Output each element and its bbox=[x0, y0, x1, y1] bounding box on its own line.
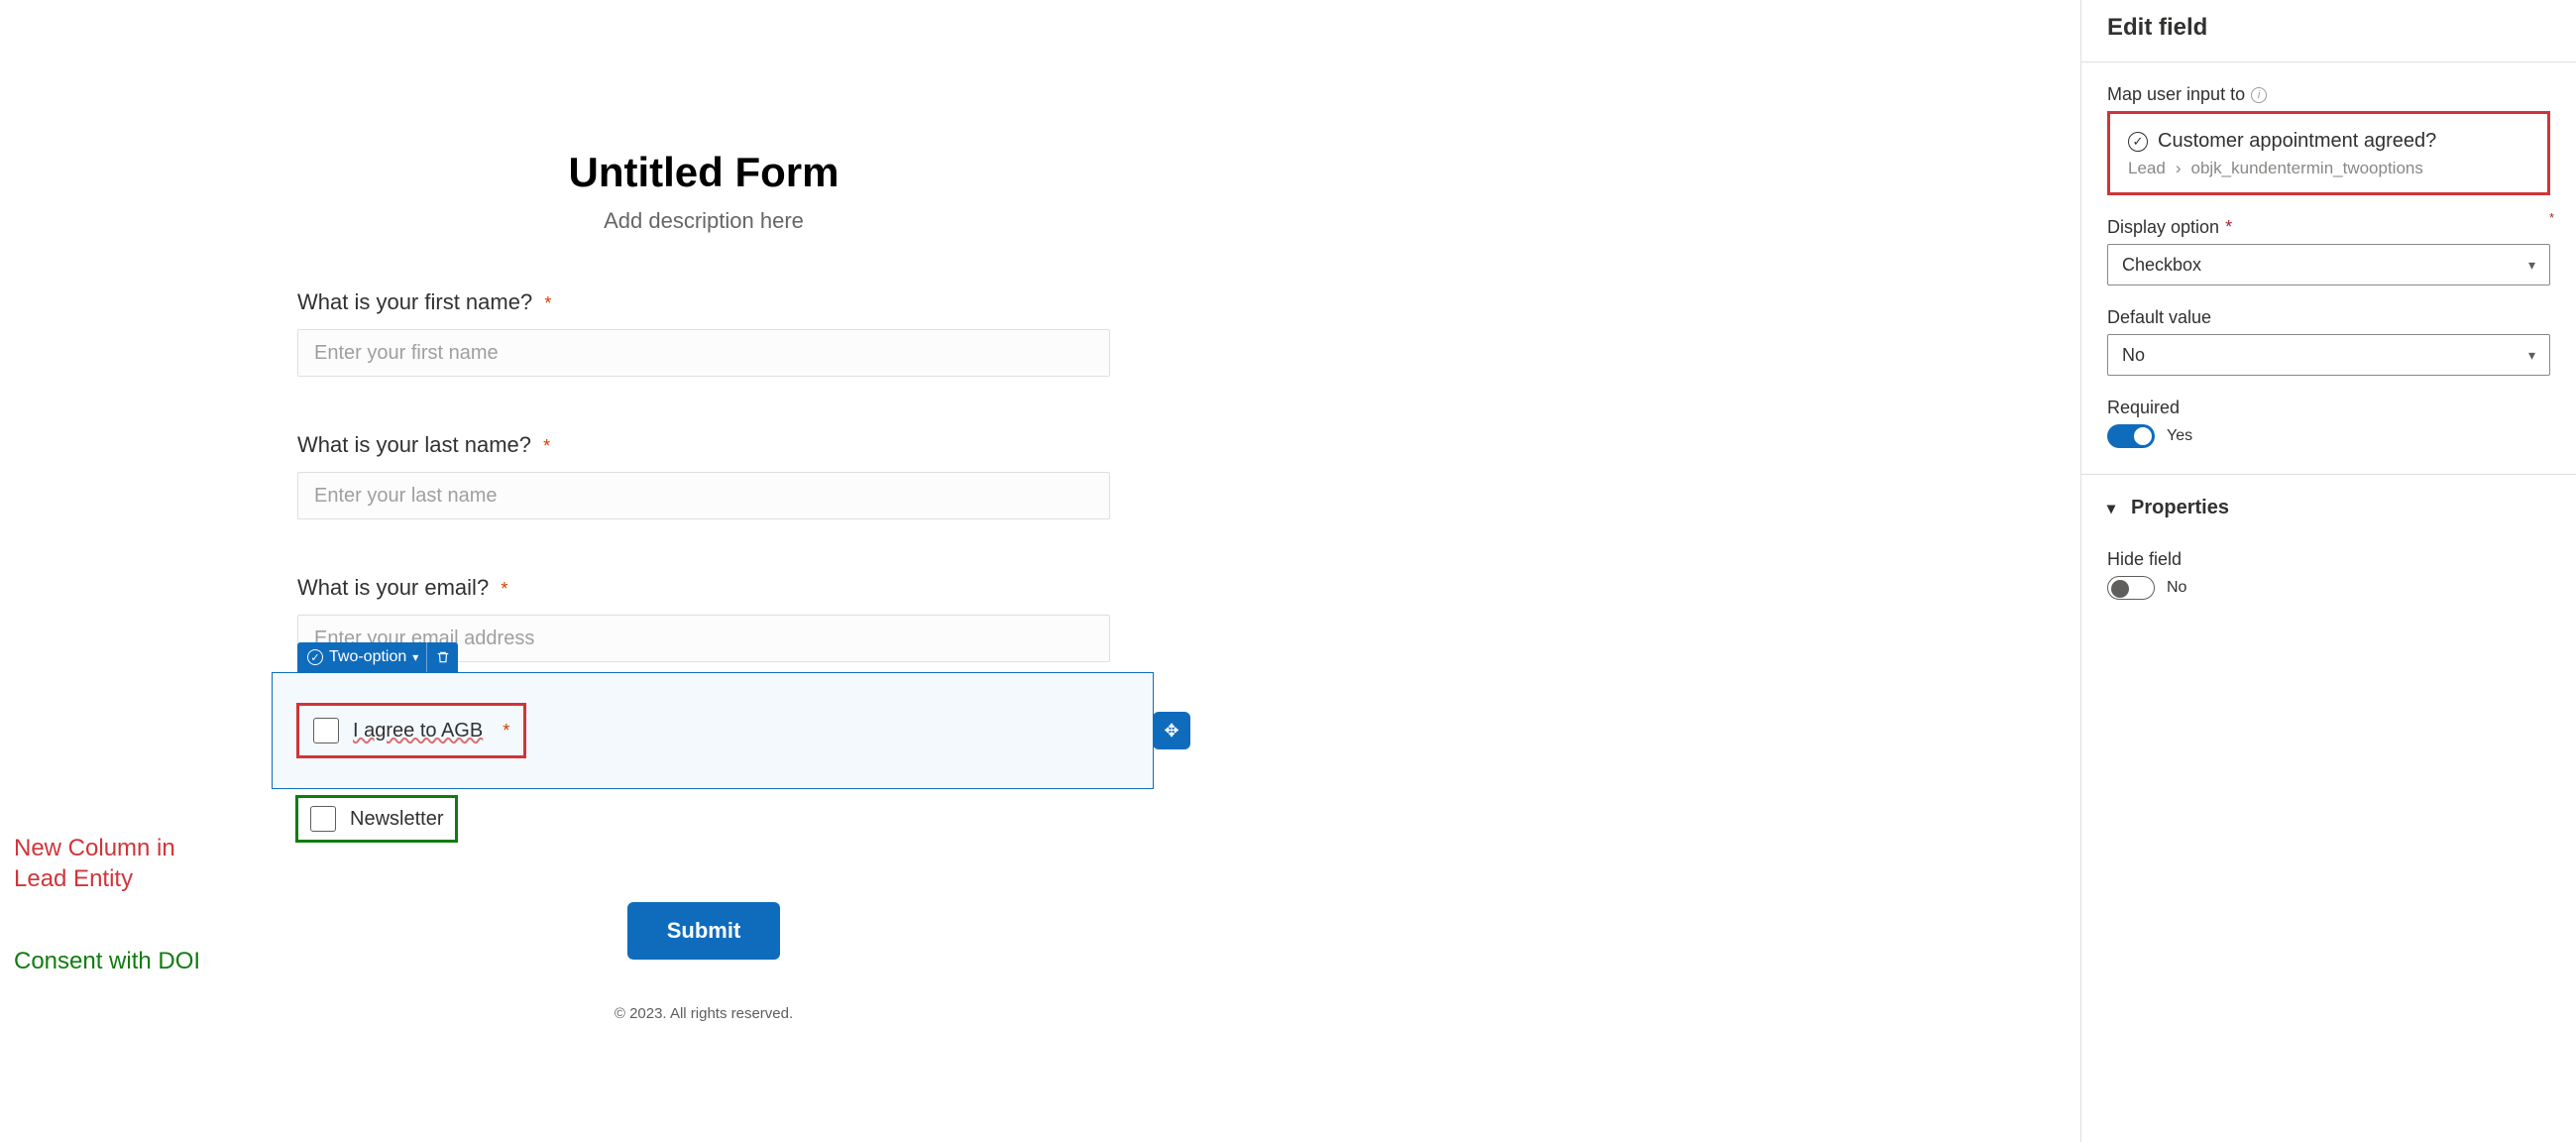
select-value: No bbox=[2122, 345, 2145, 366]
field-label: What is your last name? * bbox=[297, 432, 1110, 458]
label-text: What is your email? bbox=[297, 575, 489, 600]
chevron-right-icon: › bbox=[2176, 159, 2182, 178]
mapped-field-name: Customer appointment agreed? bbox=[2158, 130, 2436, 153]
field-label: What is your email? * bbox=[297, 575, 1110, 601]
label-text: What is your last name? bbox=[297, 432, 531, 457]
field-type-tag-label: Two-option bbox=[329, 648, 406, 666]
agb-checkbox-label[interactable]: I agree to AGB bbox=[353, 720, 483, 742]
divider bbox=[2081, 474, 2576, 475]
required-label: Required bbox=[2107, 398, 2550, 418]
field-type-tag: ✓ Two-option ▾ bbox=[297, 642, 458, 672]
section-title: Properties bbox=[2131, 497, 2229, 519]
required-asterisk: * bbox=[501, 579, 507, 599]
hide-field-toggle[interactable] bbox=[2107, 576, 2155, 600]
chevron-down-icon: ▾ bbox=[2107, 499, 2115, 518]
form-title[interactable]: Untitled Form bbox=[297, 149, 1110, 196]
form-description[interactable]: Add description here bbox=[297, 208, 1110, 234]
form-canvas: New Column in Lead Entity Consent with D… bbox=[0, 0, 2080, 1142]
required-asterisk: * bbox=[544, 293, 551, 313]
mapped-field-path: Lead › objk_kundentermin_twooptions bbox=[2128, 159, 2529, 178]
submit-button[interactable]: Submit bbox=[627, 902, 781, 960]
required-asterisk: * bbox=[543, 436, 550, 456]
two-option-selected-container[interactable]: I agree to AGB * ✥ bbox=[272, 672, 1154, 789]
select-value: Checkbox bbox=[2122, 255, 2201, 276]
last-name-input[interactable] bbox=[297, 472, 1110, 519]
newsletter-checkbox-label[interactable]: Newsletter bbox=[350, 808, 443, 831]
chevron-down-icon: ▾ bbox=[2528, 347, 2535, 364]
delete-field-button[interactable] bbox=[426, 642, 458, 672]
required-toggle[interactable] bbox=[2107, 424, 2155, 448]
field-newsletter[interactable]: Newsletter bbox=[272, 795, 1154, 843]
annotation-red: New Column in Lead Entity bbox=[14, 833, 232, 894]
annotation-green: Consent with DOI bbox=[14, 946, 272, 976]
panel-title: Edit field bbox=[2081, 0, 2576, 62]
edit-field-panel: Edit field Map user input to i ✓ Custome… bbox=[2080, 0, 2576, 1142]
newsletter-checkbox[interactable] bbox=[310, 806, 336, 832]
label-text: I agree to AGB bbox=[353, 720, 483, 742]
label-text: Display option bbox=[2107, 217, 2219, 238]
hide-field-label: Hide field bbox=[2107, 549, 2550, 570]
properties-section-toggle[interactable]: ▾ Properties bbox=[2107, 497, 2550, 519]
field-last-name[interactable]: What is your last name? * bbox=[297, 432, 1110, 519]
chevron-down-icon: ▾ bbox=[2528, 257, 2535, 274]
newsletter-highlight-box: Newsletter bbox=[295, 795, 458, 843]
field-type-tag-main[interactable]: ✓ Two-option ▾ bbox=[297, 642, 426, 672]
label-text: What is your first name? bbox=[297, 289, 532, 314]
form-container: Untitled Form Add description here What … bbox=[297, 149, 1110, 1022]
check-circle-icon: ✓ bbox=[2128, 132, 2148, 152]
required-toggle-value: Yes bbox=[2167, 427, 2192, 445]
map-input-label: Map user input to i bbox=[2107, 84, 2550, 105]
move-handle-icon[interactable]: ✥ bbox=[1153, 712, 1190, 749]
hide-field-toggle-value: No bbox=[2167, 579, 2186, 597]
display-option-label: Display option* * bbox=[2107, 217, 2550, 238]
field-label: What is your first name? * bbox=[297, 289, 1110, 315]
agb-checkbox[interactable] bbox=[313, 718, 339, 743]
display-option-select[interactable]: Checkbox ▾ bbox=[2107, 244, 2550, 286]
agb-highlight-box: I agree to AGB * bbox=[296, 703, 526, 758]
path-field: objk_kundentermin_twooptions bbox=[2191, 159, 2423, 178]
default-value-label: Default value bbox=[2107, 307, 2550, 328]
info-icon[interactable]: i bbox=[2251, 87, 2267, 103]
first-name-input[interactable] bbox=[297, 329, 1110, 377]
chevron-down-icon: ▾ bbox=[412, 650, 418, 664]
map-user-input-selector[interactable]: ✓ Customer appointment agreed? Lead › ob… bbox=[2107, 111, 2550, 195]
field-first-name[interactable]: What is your first name? * bbox=[297, 289, 1110, 377]
form-footer: © 2023. All rights reserved. bbox=[297, 1005, 1110, 1022]
check-circle-icon: ✓ bbox=[307, 649, 323, 665]
two-option-field[interactable]: ✓ Two-option ▾ I agree to AGB * bbox=[297, 672, 1110, 789]
required-asterisk: * bbox=[503, 721, 509, 742]
path-entity: Lead bbox=[2128, 159, 2166, 178]
label-text: Map user input to bbox=[2107, 84, 2245, 105]
default-value-select[interactable]: No ▾ bbox=[2107, 334, 2550, 376]
